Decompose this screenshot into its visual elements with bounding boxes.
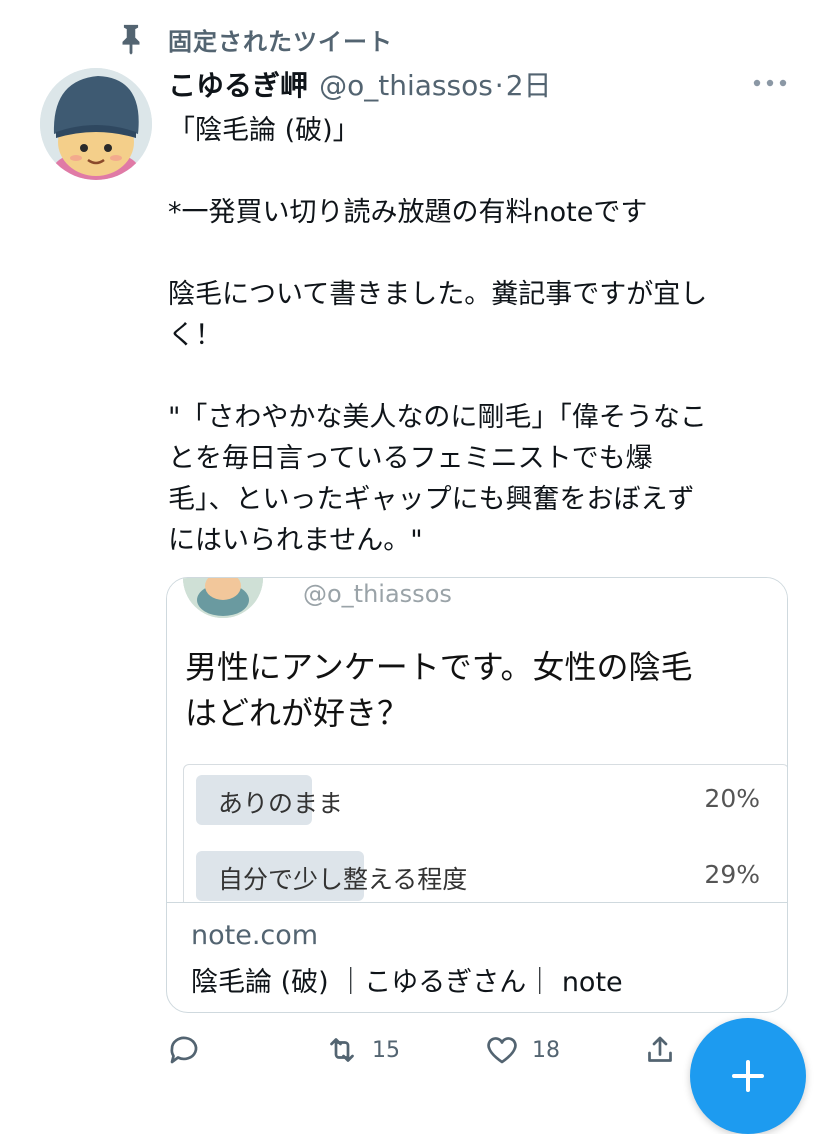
tweet-line: にはいられません。" bbox=[168, 525, 423, 556]
card-image-avatar bbox=[183, 578, 263, 618]
share-button[interactable] bbox=[642, 1026, 678, 1074]
reply-icon bbox=[170, 1036, 198, 1064]
compose-button[interactable] bbox=[690, 1018, 806, 1134]
card-image-handle: @o_thiassos bbox=[303, 580, 452, 608]
tweet-line: 毛」、といったギャップにも興奮をおぼえず bbox=[168, 484, 695, 515]
retweet-icon bbox=[330, 1038, 354, 1062]
poll: ありのまま 20% 自分で少し整える程度 29% bbox=[183, 764, 787, 902]
retweet-count: 15 bbox=[372, 1037, 400, 1063]
card-image-question: 男性にアンケートです。女性の陰毛 はどれが好き？ bbox=[185, 644, 775, 736]
like-count: 18 bbox=[532, 1037, 560, 1063]
separator-dot: · bbox=[494, 69, 504, 102]
author-handle[interactable]: @o_thiassos bbox=[319, 69, 493, 102]
card-title: 陰毛論 (破) ｜こゆるぎさん｜ note bbox=[191, 967, 623, 998]
tweet-line: "「さわやかな美人なのに剛毛」「偉そうなこ bbox=[168, 402, 707, 433]
tweet-line: く！ bbox=[168, 320, 222, 351]
poll-option-label: 自分で少し整える程度 bbox=[218, 865, 468, 894]
card-domain: note.com bbox=[191, 920, 319, 951]
tweet-time[interactable]: 2日 bbox=[506, 69, 552, 102]
share-icon bbox=[648, 1036, 672, 1062]
question-line: はどれが好き？ bbox=[185, 694, 410, 732]
tweet-line: 陰毛について書きました。糞記事ですが宜し bbox=[168, 279, 708, 310]
compose-plus-icon bbox=[732, 1060, 764, 1092]
more-options-icon[interactable] bbox=[752, 76, 788, 90]
tweet-line: 「陰毛論 (破)」 bbox=[168, 115, 360, 146]
question-line: 男性にアンケートです。女性の陰毛 bbox=[185, 648, 693, 686]
poll-option: 自分で少し整える程度 29% bbox=[196, 851, 776, 901]
retweet-button[interactable]: 15 bbox=[324, 1026, 400, 1074]
tweet-header: こゆるぎ岬 @o_thiassos·2日 bbox=[168, 64, 552, 104]
card-image: @o_thiassos 男性にアンケートです。女性の陰毛 はどれが好き？ ありの… bbox=[167, 578, 787, 902]
poll-option-percent: 20% bbox=[704, 784, 760, 813]
poll-option-percent: 29% bbox=[704, 860, 760, 889]
card-divider bbox=[167, 902, 787, 903]
author-display-name[interactable]: こゆるぎ岬 bbox=[168, 69, 308, 102]
tweet-line: *一発買い切り読み放題の有料noteです bbox=[168, 197, 648, 228]
poll-option: ありのまま 20% bbox=[196, 775, 776, 825]
tweet-text: 「陰毛論 (破)」 *一発買い切り読み放題の有料noteです 陰毛について書きま… bbox=[168, 110, 788, 561]
poll-option-label: ありのまま bbox=[218, 789, 344, 818]
like-button[interactable]: 18 bbox=[484, 1026, 560, 1074]
pinned-indicator: 固定されたツイート bbox=[0, 18, 828, 58]
avatar-image bbox=[40, 68, 152, 180]
tweet-line: とを毎日言っているフェミニストでも爆 bbox=[168, 443, 653, 474]
avatar[interactable] bbox=[40, 68, 152, 180]
link-card[interactable]: @o_thiassos 男性にアンケートです。女性の陰毛 はどれが好き？ ありの… bbox=[166, 577, 788, 1013]
pinned-label: 固定されたツイート bbox=[168, 28, 393, 56]
pin-icon bbox=[122, 24, 140, 55]
reply-button[interactable] bbox=[166, 1026, 202, 1074]
like-icon bbox=[487, 1037, 517, 1064]
